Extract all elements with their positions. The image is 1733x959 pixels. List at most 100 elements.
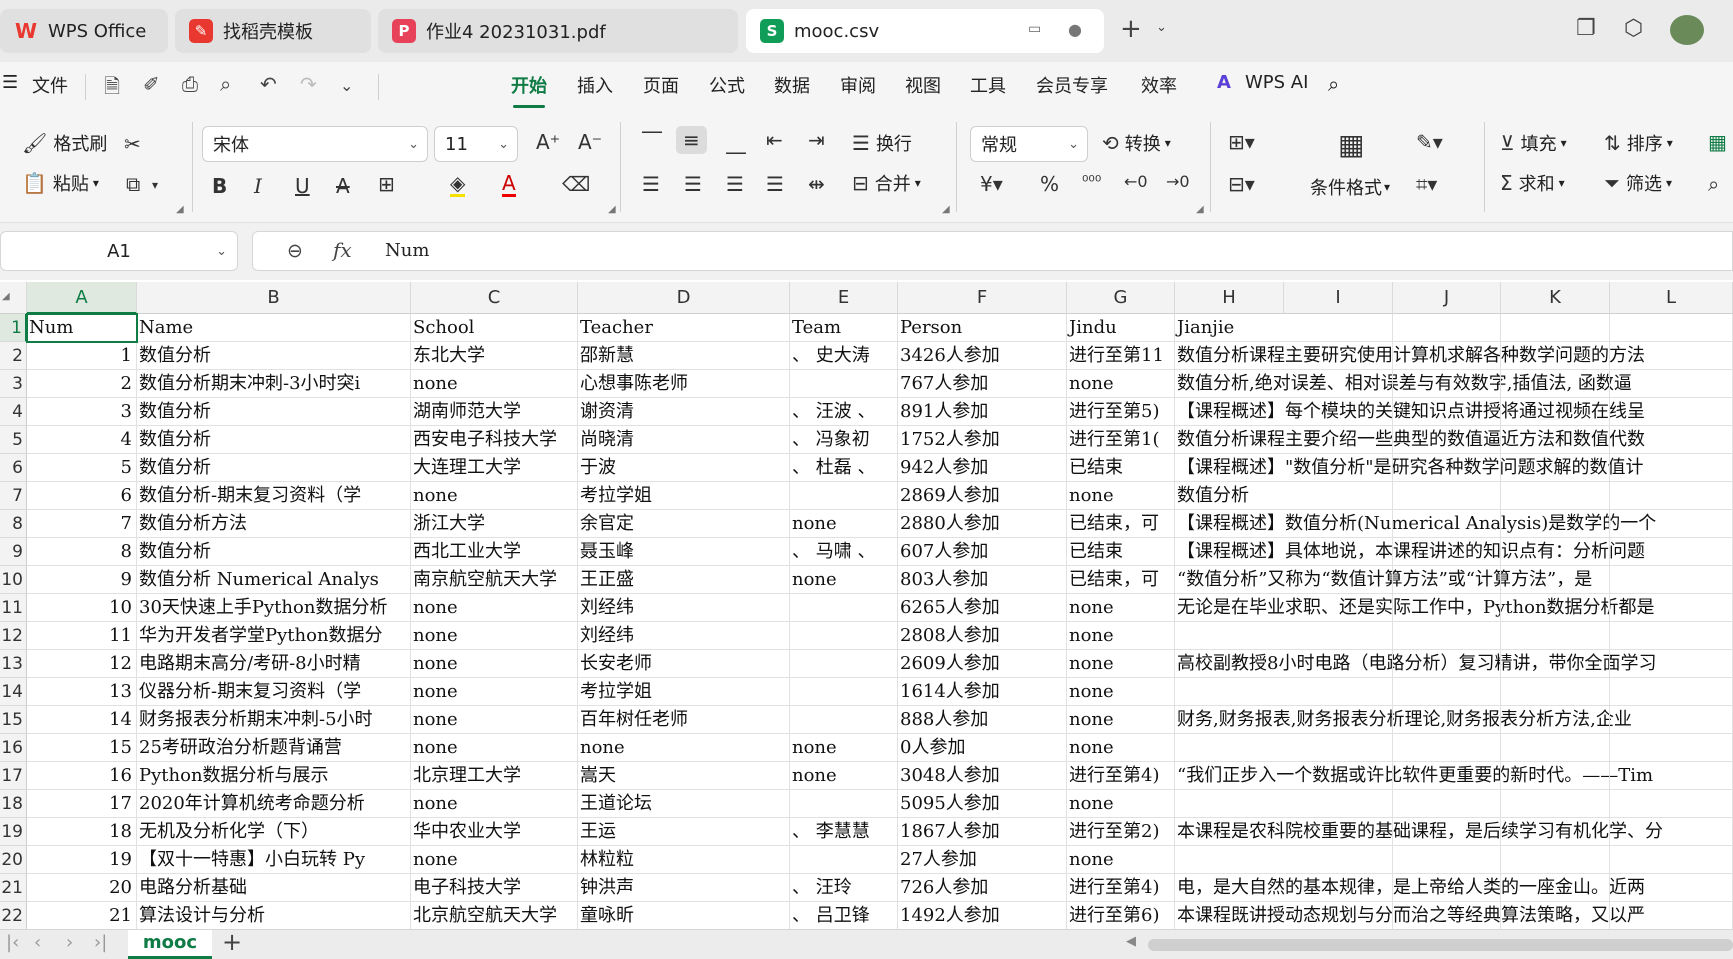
table-cell[interactable] bbox=[1393, 650, 1501, 678]
table-cell[interactable]: 8 bbox=[27, 538, 137, 566]
table-cell[interactable] bbox=[1610, 482, 1733, 510]
table-cell[interactable]: 16 bbox=[27, 762, 137, 790]
number-dialog-launcher-icon[interactable]: ◢ bbox=[1196, 204, 1204, 215]
column-header-i[interactable]: I bbox=[1284, 282, 1393, 314]
font-size-select[interactable]: 11 ⌄ bbox=[434, 126, 518, 162]
conditional-format-icon[interactable]: ▦ bbox=[1338, 128, 1364, 161]
zoom-function-icon[interactable]: ⊖ bbox=[287, 240, 303, 262]
table-cell[interactable]: none bbox=[1067, 370, 1175, 398]
table-cell[interactable] bbox=[1610, 426, 1733, 454]
table-cell[interactable] bbox=[1501, 790, 1610, 818]
row-header[interactable]: 18 bbox=[0, 790, 27, 818]
table-cell[interactable]: 3426人参加 bbox=[898, 342, 1067, 370]
sum-button[interactable]: Σ 求和 ▾ bbox=[1500, 170, 1565, 196]
add-sheet-icon[interactable]: + bbox=[222, 928, 242, 956]
table-cell[interactable] bbox=[1393, 762, 1501, 790]
table-cell[interactable] bbox=[1501, 706, 1610, 734]
table-cell[interactable]: 考拉学姐 bbox=[578, 482, 790, 510]
font-color-icon[interactable]: A bbox=[502, 172, 516, 197]
table-cell[interactable]: 891人参加 bbox=[898, 398, 1067, 426]
table-cell[interactable]: 仪器分析-期末复习资料（学 bbox=[137, 678, 411, 706]
table-cell[interactable] bbox=[790, 650, 898, 678]
table-cell[interactable]: Team bbox=[790, 314, 898, 342]
table-cell[interactable]: 942人参加 bbox=[898, 454, 1067, 482]
table-cell[interactable]: 1867人参加 bbox=[898, 818, 1067, 846]
table-cell[interactable] bbox=[1610, 678, 1733, 706]
fill-color-icon[interactable]: ◈ bbox=[450, 172, 466, 197]
table-cell[interactable]: 西北工业大学 bbox=[411, 538, 578, 566]
table-cell[interactable]: none bbox=[411, 846, 578, 874]
table-cell[interactable]: 余官定 bbox=[578, 510, 790, 538]
format-painter-button[interactable]: 🖌 格式刷 bbox=[22, 130, 107, 156]
scroll-left-icon[interactable]: ◀ bbox=[1126, 934, 1136, 949]
tab-docer[interactable]: ✎ 找稻壳模板 bbox=[175, 9, 371, 53]
table-cell[interactable]: none bbox=[411, 370, 578, 398]
tab-mooc-csv[interactable]: S mooc.csv ▭ ● bbox=[746, 9, 1104, 53]
align-middle-icon[interactable]: ≡ bbox=[676, 126, 707, 154]
table-cell[interactable] bbox=[1610, 650, 1733, 678]
column-header-f[interactable]: F bbox=[898, 282, 1067, 314]
row-header[interactable]: 1 bbox=[0, 314, 27, 342]
table-cell[interactable]: Python数据分析与展示 bbox=[137, 762, 411, 790]
table-cell[interactable] bbox=[1284, 426, 1393, 454]
table-cell[interactable] bbox=[1393, 510, 1501, 538]
table-cell[interactable]: 王运 bbox=[578, 818, 790, 846]
table-cell[interactable]: none bbox=[790, 734, 898, 762]
table-cell[interactable]: none bbox=[1067, 678, 1175, 706]
row-header[interactable]: 16 bbox=[0, 734, 27, 762]
table-cell[interactable]: none bbox=[790, 762, 898, 790]
table-cell[interactable]: 20 bbox=[27, 874, 137, 902]
table-cell[interactable]: 数值分析-期末复习资料（学 bbox=[137, 482, 411, 510]
table-cell[interactable]: 13 bbox=[27, 678, 137, 706]
table-cell[interactable] bbox=[1393, 538, 1501, 566]
table-cell[interactable] bbox=[1501, 902, 1610, 929]
table-cell[interactable]: 、 冯象初 bbox=[790, 426, 898, 454]
table-cell[interactable]: 15 bbox=[27, 734, 137, 762]
table-cell[interactable] bbox=[1284, 622, 1393, 650]
table-cell[interactable]: 0人参加 bbox=[898, 734, 1067, 762]
table-cell[interactable] bbox=[790, 846, 898, 874]
table-cell[interactable]: none bbox=[411, 650, 578, 678]
next-sheet-icon[interactable]: › bbox=[66, 932, 73, 953]
table-cell[interactable]: 华中农业大学 bbox=[411, 818, 578, 846]
table-cell[interactable]: Num bbox=[27, 314, 137, 342]
menu-formula[interactable]: 公式 bbox=[709, 72, 745, 98]
menu-home[interactable]: 开始 bbox=[511, 72, 547, 108]
table-cell[interactable] bbox=[1610, 398, 1733, 426]
table-cell[interactable] bbox=[790, 790, 898, 818]
menu-page[interactable]: 页面 bbox=[643, 72, 679, 98]
column-header-l[interactable]: L bbox=[1610, 282, 1733, 314]
table-cell[interactable] bbox=[1610, 874, 1733, 902]
table-cell[interactable]: 1752人参加 bbox=[898, 426, 1067, 454]
table-cell[interactable] bbox=[790, 622, 898, 650]
table-cell[interactable] bbox=[1284, 762, 1393, 790]
table-cell[interactable]: none bbox=[790, 510, 898, 538]
merge-button[interactable]: ⊟ 合并 ▾ bbox=[852, 170, 921, 196]
column-header-g[interactable]: G bbox=[1067, 282, 1175, 314]
table-cell[interactable] bbox=[1284, 454, 1393, 482]
table-cell[interactable] bbox=[1501, 734, 1610, 762]
table-cell[interactable] bbox=[790, 706, 898, 734]
table-cell[interactable] bbox=[1501, 314, 1610, 342]
column-header-d[interactable]: D bbox=[578, 282, 790, 314]
column-header-e[interactable]: E bbox=[790, 282, 898, 314]
table-cell[interactable]: none bbox=[1067, 622, 1175, 650]
table-cell[interactable]: 、 汪玲 bbox=[790, 874, 898, 902]
table-cell[interactable] bbox=[1393, 790, 1501, 818]
row-header[interactable]: 20 bbox=[0, 846, 27, 874]
tab-pdf[interactable]: P 作业4 20231031.pdf bbox=[378, 9, 738, 53]
draw-icon[interactable]: ✐ bbox=[143, 72, 160, 96]
table-cell[interactable] bbox=[1393, 566, 1501, 594]
select-all-corner[interactable]: ◢ bbox=[0, 282, 27, 314]
table-cell[interactable]: 进行至第6) bbox=[1067, 902, 1175, 929]
justify-icon[interactable]: ☰ bbox=[766, 172, 784, 196]
table-cell[interactable] bbox=[1610, 454, 1733, 482]
table-cell[interactable]: Person bbox=[898, 314, 1067, 342]
table-cell[interactable]: Name bbox=[137, 314, 411, 342]
table-cell[interactable]: none bbox=[411, 734, 578, 762]
table-cell[interactable] bbox=[1393, 622, 1501, 650]
table-cell[interactable] bbox=[790, 370, 898, 398]
table-cell[interactable] bbox=[1284, 538, 1393, 566]
menu-wps-ai[interactable]: WPS AI bbox=[1245, 72, 1308, 93]
table-cell[interactable] bbox=[1610, 762, 1733, 790]
